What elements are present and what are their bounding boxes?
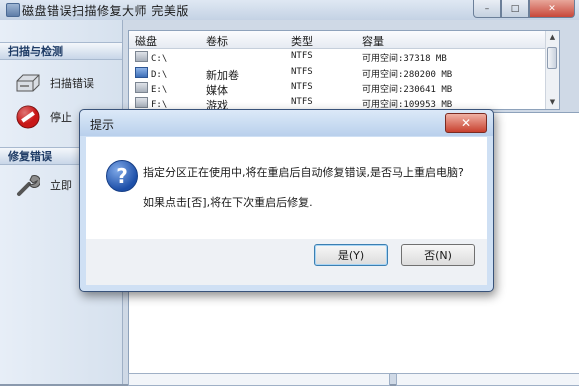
- question-icon: ?: [106, 160, 138, 192]
- capacity-cell: 可用空间:37318 MB: [362, 54, 447, 64]
- type-cell: NTFS: [291, 97, 313, 107]
- type-cell: NTFS: [291, 82, 313, 92]
- app-icon: [6, 3, 20, 17]
- stop-icon: [14, 104, 42, 130]
- drive-icon: [135, 51, 148, 62]
- column-header[interactable]: 磁盘: [135, 33, 157, 49]
- minimize-button[interactable]: –: [473, 0, 501, 18]
- sidebar-item-repair-now[interactable]: 立即: [14, 172, 72, 198]
- drive-icon: [135, 82, 148, 93]
- drive-icon: [135, 67, 148, 78]
- disk-list[interactable]: 磁盘 卷标 类型 容量 C:\ NTFS 可用空间:37318 MB D:\ 新…: [128, 30, 560, 112]
- sidebar-item-label: 停止: [50, 111, 72, 124]
- table-row[interactable]: D:\ 新加卷 NTFS 可用空间:280200 MB: [129, 66, 545, 82]
- scroll-down-icon[interactable]: ▼: [546, 96, 559, 109]
- status-bar-left: [128, 373, 390, 386]
- confirm-dialog: 提示 ✕ ? 指定分区正在使用中,将在重启后自动修复错误,是否马上重启电脑? 如…: [79, 109, 494, 292]
- table-row[interactable]: E:\ 媒体 NTFS 可用空间:230641 MB: [129, 81, 545, 97]
- type-cell: NTFS: [291, 67, 313, 77]
- table-header: 磁盘 卷标 类型 容量: [129, 31, 545, 49]
- sidebar-item-scan-errors[interactable]: 扫描错误: [14, 70, 94, 96]
- dialog-body: ? 指定分区正在使用中,将在重启后自动修复错误,是否马上重启电脑? 如果点击[否…: [86, 137, 487, 239]
- dialog-title: 提示: [90, 118, 115, 132]
- capacity-cell: 可用空间:280200 MB: [362, 70, 453, 80]
- yes-button[interactable]: 是(Y): [314, 244, 388, 266]
- column-header[interactable]: 容量: [362, 33, 384, 49]
- sidebar-item-label: 立即: [50, 179, 72, 192]
- column-header[interactable]: 类型: [291, 33, 313, 49]
- dialog-message: 指定分区正在使用中,将在重启后自动修复错误,是否马上重启电脑?: [143, 166, 464, 179]
- title-bar: 磁盘错误扫描修复大师 完美版 – □ ✕: [0, 0, 579, 20]
- status-bar-right: [396, 373, 579, 386]
- dialog-close-button[interactable]: ✕: [445, 113, 487, 133]
- window-title: 磁盘错误扫描修复大师 完美版: [22, 4, 189, 18]
- maximize-button[interactable]: □: [501, 0, 529, 18]
- table-row[interactable]: C:\ NTFS 可用空间:37318 MB: [129, 50, 545, 65]
- drive-icon: [135, 97, 148, 108]
- scrollbar-thumb[interactable]: [547, 47, 557, 69]
- disk-drive-icon: [14, 70, 42, 96]
- drive-cell: E:\: [135, 82, 167, 95]
- scroll-up-icon[interactable]: ▲: [546, 31, 559, 44]
- close-button[interactable]: ✕: [529, 0, 575, 18]
- no-button[interactable]: 否(N): [401, 244, 475, 266]
- capacity-cell: 可用空间:230641 MB: [362, 85, 453, 95]
- type-cell: NTFS: [291, 51, 313, 61]
- sidebar-item-stop-scan[interactable]: 停止: [14, 104, 72, 130]
- dialog-note: 如果点击[否],将在下次重启后修复.: [143, 196, 313, 209]
- window-controls: – □ ✕: [473, 0, 575, 18]
- vertical-scrollbar[interactable]: ▲ ▼: [545, 31, 559, 109]
- wrench-icon: [14, 172, 42, 198]
- section-scan-detect: 扫描与检测: [0, 42, 122, 60]
- drive-cell: D:\: [135, 67, 167, 80]
- sidebar-item-label: 扫描错误: [50, 77, 94, 90]
- column-header[interactable]: 卷标: [206, 33, 228, 49]
- dialog-title-bar: 提示 ✕: [80, 110, 493, 136]
- drive-cell: C:\: [135, 51, 167, 64]
